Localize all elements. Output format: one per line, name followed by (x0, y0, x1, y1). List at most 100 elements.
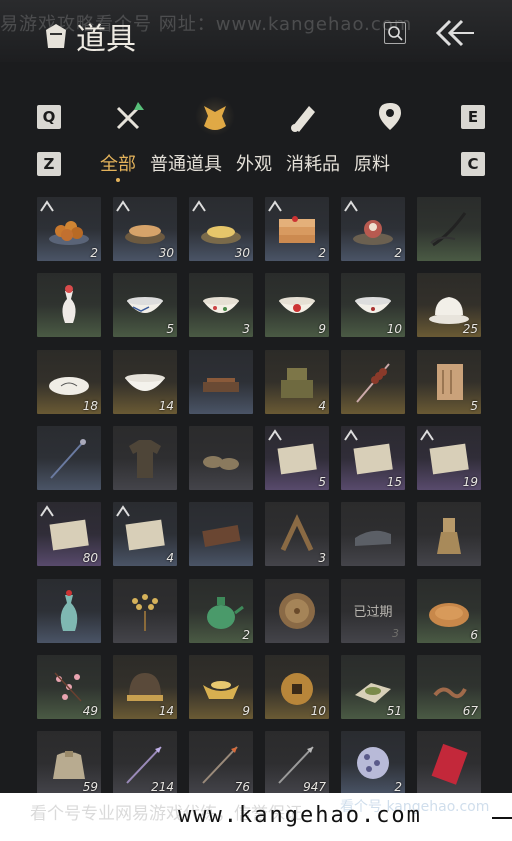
category-scroll[interactable] (285, 100, 319, 134)
subtab-materials[interactable]: 原料 (354, 150, 390, 176)
item-quantity: 76 (234, 780, 250, 793)
item-slot[interactable]: 2 (37, 197, 101, 261)
quest-badge-icon (192, 200, 206, 212)
golden-branch-icon (132, 594, 158, 631)
gold-ingot-icon (203, 681, 239, 699)
item-slot[interactable]: 10 (265, 655, 329, 719)
item-quantity: 9 (318, 322, 326, 336)
item-slot[interactable]: 4 (265, 350, 329, 414)
key-q[interactable]: Q (37, 105, 61, 129)
quest-badge-icon (268, 200, 282, 212)
quest-badge-icon (344, 429, 358, 441)
quest-badge-icon (420, 429, 434, 441)
subtab-normal[interactable]: 普通道具 (150, 150, 222, 176)
item-slot[interactable]: 59 (37, 731, 101, 793)
item-slot[interactable]: 30 (189, 197, 253, 261)
item-slot[interactable]: 30 (113, 197, 177, 261)
item-slot[interactable]: 25 (417, 273, 481, 337)
item-slot[interactable]: 5 (265, 426, 329, 490)
quest-badge-icon (40, 200, 54, 212)
item-slot[interactable] (113, 426, 177, 490)
item-slot[interactable]: 4 (113, 502, 177, 566)
item-slot[interactable]: 5 (113, 273, 177, 337)
item-quantity: 14 (158, 399, 174, 413)
item-quantity: 5 (318, 475, 326, 489)
item-slot[interactable]: 19 (417, 426, 481, 490)
bronze-mirror-icon (279, 593, 315, 629)
item-slot[interactable] (265, 579, 329, 643)
flatbread-icon (429, 603, 469, 627)
item-slot[interactable]: 9 (189, 655, 253, 719)
item-quantity: 18 (82, 399, 98, 413)
item-slot[interactable] (341, 350, 405, 414)
item-slot[interactable]: 49 (37, 655, 101, 719)
footer-divider (492, 817, 512, 819)
item-slot[interactable] (37, 426, 101, 490)
item-slot[interactable]: 2 (189, 579, 253, 643)
footer-watermark: 看个号专业网易游戏代练，信誉保证 看个号 kangehao.com www.ka… (0, 793, 512, 841)
key-z[interactable]: Z (37, 152, 61, 176)
hairpin-icon (50, 439, 86, 479)
item-slot[interactable] (189, 426, 253, 490)
item-slot[interactable]: 214 (113, 731, 177, 793)
item-slot[interactable] (417, 197, 481, 261)
item-slot[interactable] (341, 502, 405, 566)
key-c[interactable]: C (461, 152, 485, 176)
item-slot[interactable]: 14 (113, 655, 177, 719)
weapon-icon (116, 102, 144, 130)
item-slot[interactable]: 已过期 3 (341, 579, 405, 643)
item-quantity: 6 (470, 628, 478, 642)
search-button[interactable] (384, 22, 406, 44)
item-quantity: 2 (394, 780, 402, 793)
shoes-icon (203, 456, 239, 470)
back-button[interactable] (432, 18, 476, 48)
quest-badge-icon (116, 505, 130, 517)
item-quantity: 2 (242, 628, 250, 642)
item-slot[interactable]: 67 (417, 655, 481, 719)
item-slot[interactable]: 80 (37, 502, 101, 566)
item-slot[interactable] (37, 273, 101, 337)
item-slot[interactable] (417, 502, 481, 566)
search-icon (388, 26, 403, 41)
item-slot[interactable]: 51 (341, 655, 405, 719)
item-slot[interactable] (113, 579, 177, 643)
key-e[interactable]: E (461, 105, 485, 129)
item-slot[interactable]: 9 (265, 273, 329, 337)
subtab-appearance[interactable]: 外观 (236, 150, 272, 176)
cloth-armor-icon (129, 440, 161, 478)
item-slot[interactable] (189, 502, 253, 566)
item-slot[interactable]: 15 (341, 426, 405, 490)
item-slot[interactable]: 14 (113, 350, 177, 414)
candied-skewer-icon (356, 363, 390, 403)
item-quantity: 3 (242, 322, 250, 336)
item-slot[interactable] (189, 350, 253, 414)
subtab-consumables[interactable]: 消耗品 (286, 150, 340, 176)
item-slot[interactable]: 3 (265, 502, 329, 566)
item-slot[interactable]: 76 (189, 731, 253, 793)
item-slot[interactable]: 18 (37, 350, 101, 414)
category-items[interactable] (198, 100, 232, 134)
item-slot[interactable]: 3 (189, 273, 253, 337)
category-map[interactable] (373, 100, 407, 134)
item-slot[interactable]: 947 (265, 731, 329, 793)
item-slot[interactable]: 2 (341, 731, 405, 793)
item-quantity: 2 (394, 246, 402, 260)
category-weapon[interactable] (112, 100, 146, 134)
item-slot[interactable]: 5 (417, 350, 481, 414)
item-quantity: 947 (303, 780, 326, 793)
item-quantity: 10 (310, 704, 326, 718)
item-slot[interactable] (417, 731, 481, 793)
item-quantity: 214 (151, 780, 174, 793)
item-quantity: 51 (386, 704, 402, 718)
map-pin-icon (379, 103, 401, 130)
item-slot[interactable]: 2 (341, 197, 405, 261)
item-quantity: 9 (242, 704, 250, 718)
subtab-all[interactable]: 全部 (100, 150, 136, 182)
item-slot[interactable]: 2 (265, 197, 329, 261)
item-slot[interactable]: 10 (341, 273, 405, 337)
item-quantity: 4 (318, 399, 326, 413)
item-slot[interactable] (37, 579, 101, 643)
bowl-rooster-icon (279, 297, 315, 313)
item-slot[interactable]: 6 (417, 579, 481, 643)
vase-white-icon (62, 285, 76, 323)
